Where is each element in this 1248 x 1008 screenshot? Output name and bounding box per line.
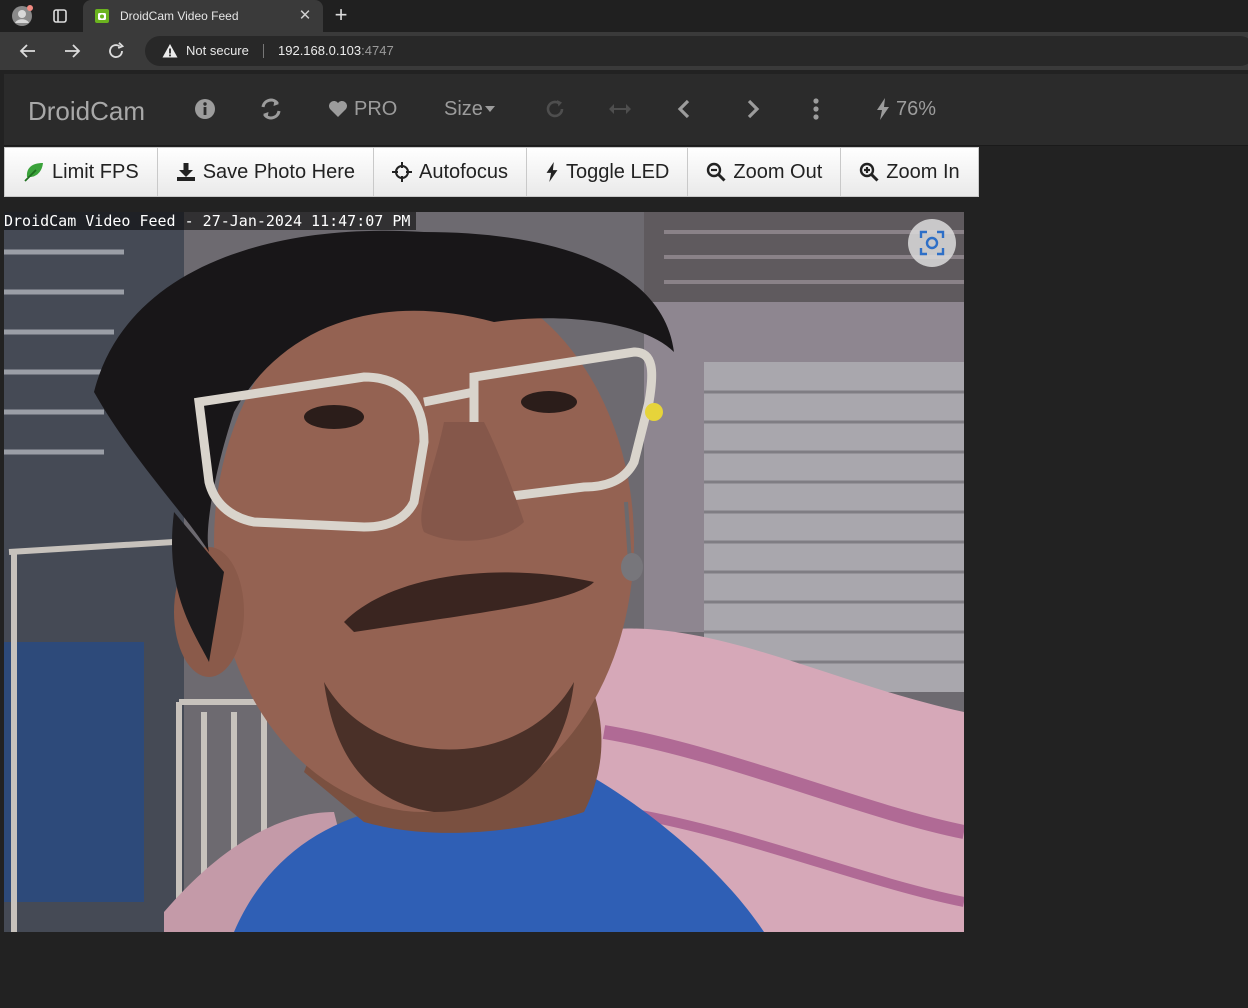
zoom-out-button[interactable]: Zoom Out: [688, 147, 842, 197]
omnibox-divider: [263, 44, 264, 58]
battery-status: 76%: [876, 94, 936, 124]
profile-icon[interactable]: [10, 5, 34, 27]
bolt-icon: [877, 98, 889, 120]
zoom-in-icon: [860, 162, 879, 182]
button-label: Toggle LED: [565, 160, 670, 183]
button-label: Autofocus: [419, 160, 508, 183]
refresh-icon[interactable]: [259, 94, 283, 124]
limit-fps-button[interactable]: Limit FPS: [4, 147, 158, 197]
droidcam-favicon-icon: [95, 9, 109, 23]
forward-icon[interactable]: [60, 39, 84, 63]
download-icon: [176, 163, 195, 181]
tab-title: DroidCam Video Feed: [120, 9, 239, 23]
leaf-icon: [24, 163, 43, 182]
battery-level: 76%: [896, 97, 937, 120]
toggle-led-button[interactable]: Toggle LED: [526, 147, 689, 197]
address-bar[interactable]: Not secure 192.168.0.103:4747: [145, 36, 1248, 66]
chevron-left-icon[interactable]: [677, 94, 691, 124]
back-icon[interactable]: [16, 39, 40, 63]
video-feed[interactable]: DroidCam Video Feed - 27-Jan-2024 11:47:…: [4, 212, 964, 932]
button-label: Zoom Out: [733, 160, 823, 183]
page-content: DroidCam PRO Size 76% Limit FPS Save Pho…: [4, 70, 1248, 1008]
flip-horizontal-icon[interactable]: [609, 94, 631, 124]
browser-tab-strip: DroidCam Video Feed ✕ +: [0, 0, 1248, 32]
caret-down-icon: [484, 106, 495, 112]
crosshair-icon: [392, 162, 413, 182]
zoom-in-button[interactable]: Zoom In: [841, 147, 979, 197]
more-vertical-icon[interactable]: [813, 94, 819, 124]
bolt-icon: [546, 162, 558, 182]
close-icon[interactable]: ✕: [297, 8, 313, 24]
pro-link[interactable]: PRO: [328, 94, 397, 124]
security-status[interactable]: Not secure: [186, 43, 249, 58]
size-label: Size: [444, 97, 483, 120]
zoom-out-icon: [707, 162, 726, 182]
rotate-icon[interactable]: [544, 94, 566, 124]
browser-tab[interactable]: DroidCam Video Feed ✕: [83, 0, 323, 32]
browser-toolbar: Not secure 192.168.0.103:4747: [0, 32, 1248, 70]
url-text[interactable]: 192.168.0.103:4747: [278, 43, 394, 58]
droidcam-navbar: DroidCam PRO Size 76%: [4, 74, 1248, 146]
tab-actions-icon[interactable]: [50, 7, 70, 25]
heart-icon: [329, 101, 347, 117]
warning-icon[interactable]: [162, 43, 178, 59]
brand-title[interactable]: DroidCam: [28, 96, 145, 127]
video-timestamp-overlay: DroidCam Video Feed - 27-Jan-2024 11:47:…: [4, 212, 417, 230]
autofocus-button[interactable]: Autofocus: [374, 147, 527, 197]
chevron-right-icon[interactable]: [746, 94, 760, 124]
command-button-bar: Limit FPS Save Photo Here Autofocus Togg…: [4, 147, 979, 197]
reload-icon[interactable]: [104, 39, 128, 63]
save-photo-button[interactable]: Save Photo Here: [157, 147, 375, 197]
size-dropdown[interactable]: Size: [444, 94, 495, 124]
scan-focus-icon[interactable]: [908, 219, 956, 267]
button-label: Limit FPS: [52, 160, 139, 183]
pro-label: PRO: [354, 97, 398, 120]
button-label: Save Photo Here: [202, 160, 356, 183]
info-icon[interactable]: [194, 94, 216, 124]
plus-icon[interactable]: +: [330, 4, 352, 27]
button-label: Zoom In: [886, 160, 960, 183]
camera-frame-image: [4, 212, 964, 932]
